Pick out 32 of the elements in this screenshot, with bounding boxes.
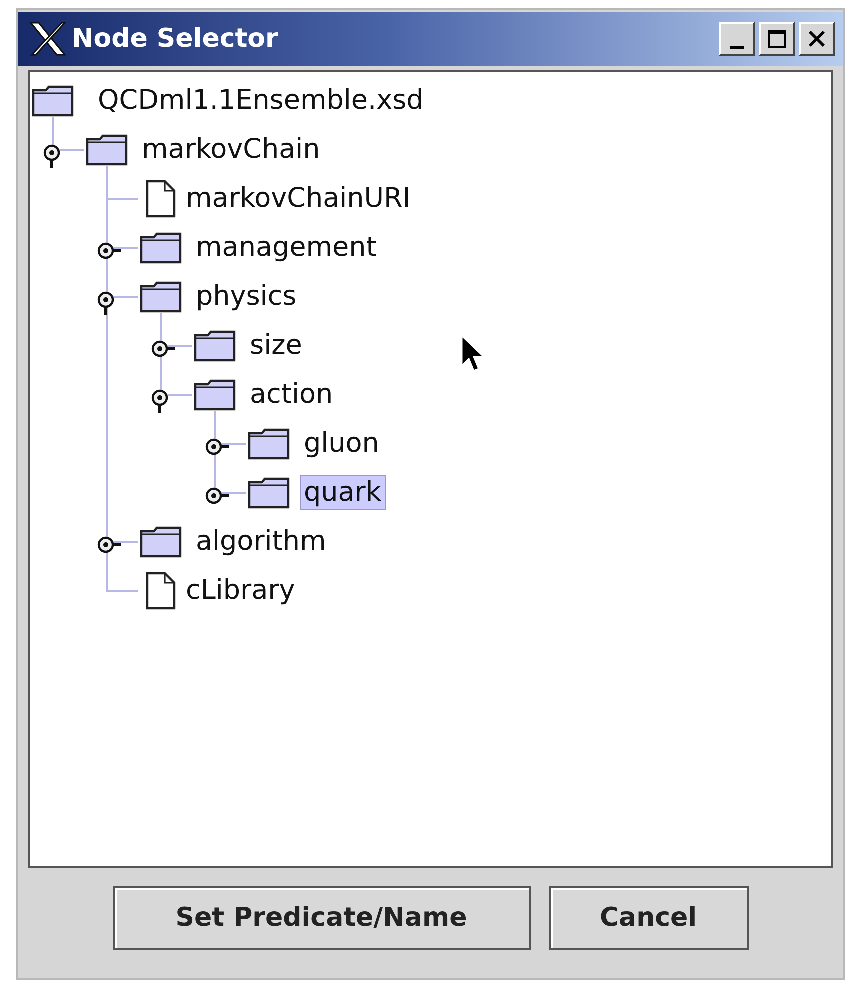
tree-item[interactable]: algorithm (192, 524, 330, 559)
tree-item[interactable]: markovChainURI (182, 181, 415, 216)
file-icon (146, 572, 176, 610)
folder-icon (140, 232, 182, 264)
folder-icon (248, 428, 290, 460)
close-button[interactable] (799, 22, 835, 56)
set-predicate-name-button[interactable]: Set Predicate/Name (112, 886, 530, 950)
tree-item[interactable]: markovChain (138, 132, 324, 167)
folder-icon (248, 476, 290, 508)
tree-item[interactable]: cLibrary (182, 573, 300, 608)
minimize-icon (730, 46, 744, 48)
tree-item[interactable]: management (192, 230, 381, 265)
file-icon (146, 180, 176, 218)
tree-item[interactable]: gluon (300, 426, 384, 461)
maximize-icon (766, 28, 788, 50)
window-title: Node Selector (72, 24, 278, 54)
minimize-button[interactable] (719, 22, 755, 56)
tree-item[interactable]: physics (192, 279, 301, 314)
tree-item[interactable]: QCDml1.1Ensemble.xsd (94, 83, 428, 118)
tree-item[interactable]: quark (300, 475, 386, 510)
folder-icon (140, 526, 182, 558)
close-icon (806, 28, 828, 50)
folder-icon (194, 378, 236, 410)
folder-icon (32, 84, 74, 116)
tree-item[interactable]: size (246, 328, 306, 363)
x-logo-icon (28, 21, 68, 57)
folder-icon (140, 280, 182, 312)
cancel-button[interactable]: Cancel (548, 886, 748, 950)
folder-icon (194, 330, 236, 362)
tree-item[interactable]: action (246, 377, 338, 412)
folder-icon (86, 134, 128, 166)
maximize-button[interactable] (759, 22, 795, 56)
